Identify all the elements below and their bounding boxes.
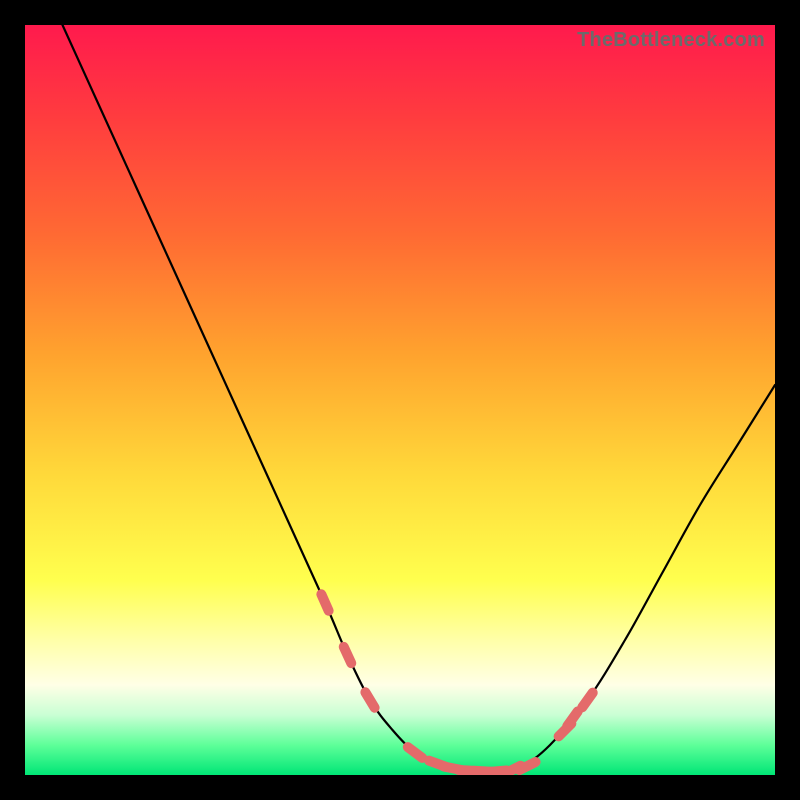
plot-area: TheBottleneck.com: [25, 25, 775, 775]
chart-canvas: TheBottleneck.com: [0, 0, 800, 800]
marker-point: [365, 692, 374, 707]
marker-point: [567, 711, 577, 726]
marker-group: [321, 594, 592, 773]
chart-svg: [25, 25, 775, 775]
marker-point: [489, 771, 507, 772]
marker-point: [459, 770, 477, 771]
marker-point: [582, 693, 592, 708]
marker-point: [519, 762, 535, 770]
watermark-text: TheBottleneck.com: [577, 29, 765, 52]
marker-point: [408, 747, 422, 758]
marker-point: [504, 766, 520, 774]
marker-point: [444, 766, 462, 770]
bottleneck-curve: [63, 25, 776, 772]
marker-point: [474, 771, 492, 772]
marker-point: [321, 594, 328, 610]
marker-point: [429, 761, 446, 767]
marker-point: [559, 724, 572, 737]
marker-point: [344, 647, 352, 663]
